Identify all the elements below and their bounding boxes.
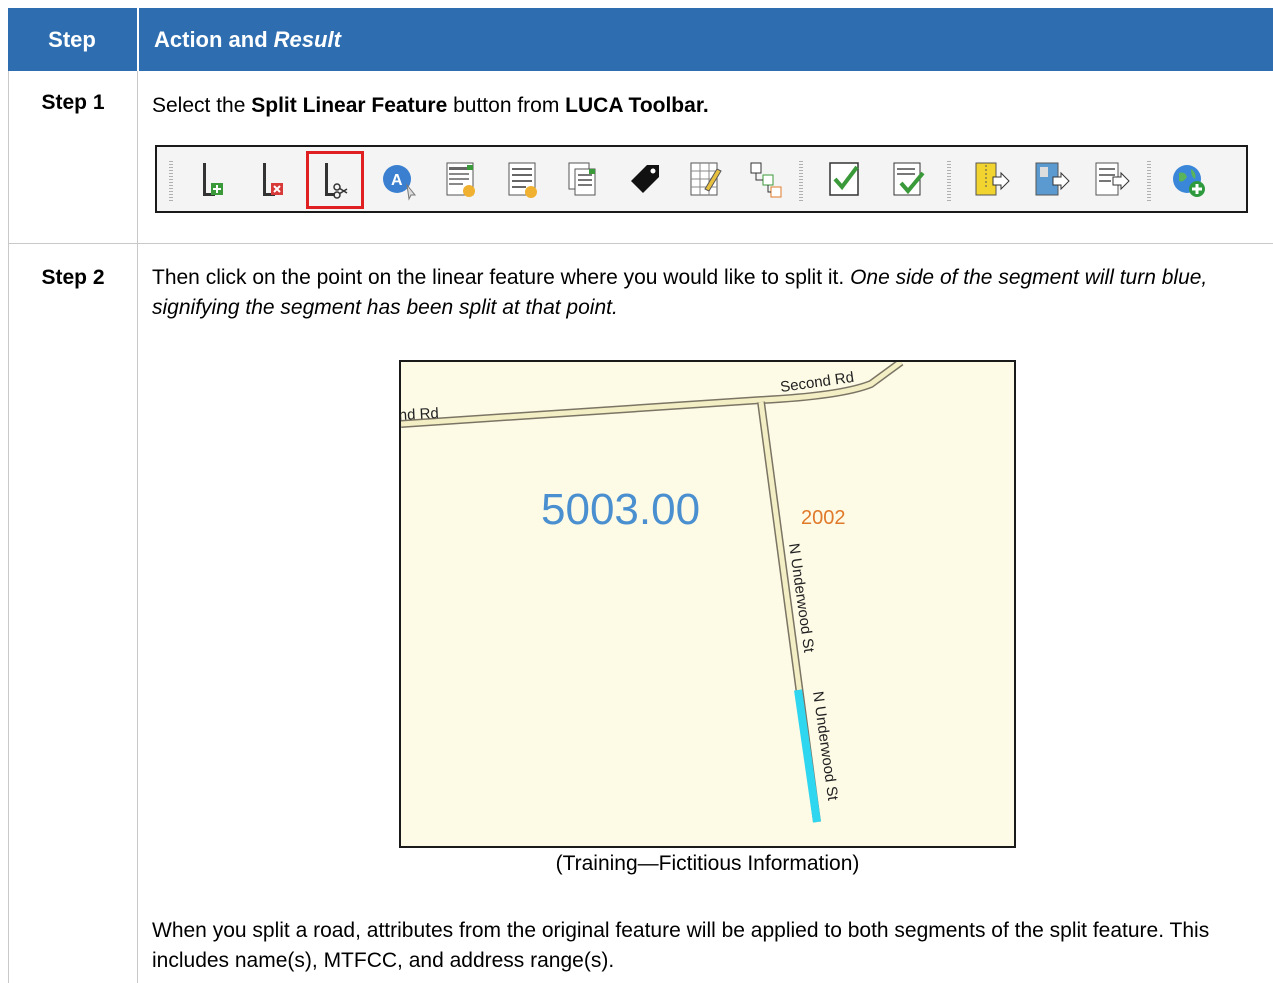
header-action: Action and Result xyxy=(154,8,341,71)
step-1-text-mid: button from xyxy=(447,94,566,117)
column-divider xyxy=(137,71,138,983)
add-linear-feature-icon[interactable] xyxy=(191,157,235,203)
header-result-label: Result xyxy=(273,26,341,52)
copy-records-icon[interactable] xyxy=(561,157,605,203)
tract-label: 5003.00 xyxy=(541,485,700,534)
check-icon[interactable] xyxy=(823,157,867,203)
step-2-text: Then click on the point on the linear fe… xyxy=(152,263,1252,323)
row-divider xyxy=(8,243,1273,244)
table-header: Step Action and Result xyxy=(8,8,1273,71)
toolbar-grip[interactable] xyxy=(947,161,951,201)
block-label: 2002 xyxy=(801,507,846,529)
steps-table: Step Action and Result Step 1 Select the… xyxy=(0,0,1273,983)
list-export-icon[interactable] xyxy=(1089,157,1133,203)
address-icon[interactable]: A xyxy=(377,157,421,203)
map-canvas: Second Rd nd Rd 5003.00 2002 N Underwood… xyxy=(401,362,904,823)
step-2-label: Step 2 xyxy=(41,266,105,289)
zip-export-icon[interactable] xyxy=(969,157,1013,203)
step-1-text: Select the Split Linear Feature button f… xyxy=(152,91,709,121)
attribute-table-add-icon[interactable] xyxy=(439,157,483,203)
list-add-icon[interactable] xyxy=(501,157,545,203)
hierarchy-icon[interactable] xyxy=(743,157,787,203)
table-border-left xyxy=(8,71,9,983)
map-export-icon[interactable] xyxy=(1029,157,1073,203)
header-action-label: Action and xyxy=(154,26,268,52)
map-caption: (Training—Fictitious Information) xyxy=(555,852,860,875)
review-check-icon[interactable] xyxy=(887,157,931,203)
map-view[interactable]: Second Rd nd Rd 5003.00 2002 N Underwood… xyxy=(399,360,1016,848)
step-2-instruction: Then click on the point on the linear fe… xyxy=(152,266,851,289)
step-2-note: When you split a road, attributes from t… xyxy=(152,919,1210,972)
svg-text:A: A xyxy=(391,172,403,189)
split-linear-feature-term: Split Linear Feature xyxy=(251,94,448,117)
luca-toolbar: A xyxy=(155,145,1248,213)
toolbar-grip[interactable] xyxy=(799,161,803,201)
luca-toolbar-term: LUCA Toolbar. xyxy=(565,94,709,117)
toolbar-grip[interactable] xyxy=(1147,161,1151,201)
toolbar-grip[interactable] xyxy=(169,161,173,201)
delete-linear-feature-icon[interactable] xyxy=(251,157,295,203)
globe-add-icon[interactable] xyxy=(1167,157,1211,203)
step-1-text-pre: Select the xyxy=(152,94,252,117)
header-step: Step xyxy=(48,26,96,52)
edit-table-icon[interactable] xyxy=(683,157,727,203)
tag-icon[interactable] xyxy=(623,157,667,203)
split-linear-feature-icon[interactable] xyxy=(313,157,357,203)
road-label-nd-rd: nd Rd xyxy=(401,405,439,424)
step-1-label: Step 1 xyxy=(41,91,105,114)
header-divider xyxy=(137,8,139,71)
